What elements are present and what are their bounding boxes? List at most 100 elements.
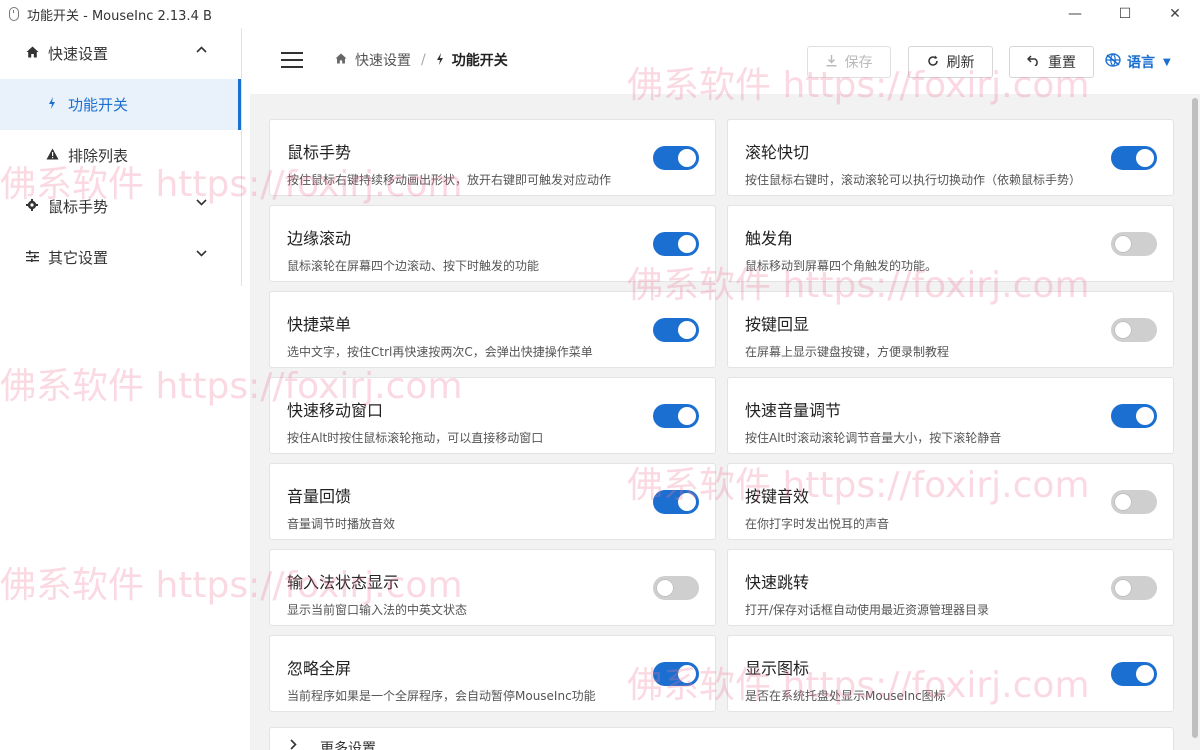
feature-toggle-switch[interactable] [1111, 490, 1157, 514]
sidebar-item-quick-settings[interactable]: 快速设置 [0, 28, 241, 79]
undo-icon [1026, 55, 1040, 69]
feature-description: 在你打字时发出悦耳的声音 [745, 517, 890, 531]
scrollbar-thumb[interactable] [1192, 98, 1198, 738]
chevron-down-icon [196, 199, 207, 206]
toggle-knob [678, 235, 696, 253]
breadcrumb: 快速设置 / 功能开关 [335, 50, 508, 70]
feature-card: 边缘滚动 鼠标滚轮在屏幕四个边滚动、按下时触发的功能 [269, 205, 716, 282]
language-dropdown[interactable]: 语言 ▼ [1105, 52, 1171, 72]
feature-toggle-switch[interactable] [1111, 404, 1157, 428]
maximize-button[interactable]: ☐ [1100, 0, 1150, 28]
feature-toggle-switch[interactable] [653, 232, 699, 256]
feature-description: 音量调节时播放音效 [287, 517, 396, 531]
reset-label: 重置 [1048, 55, 1076, 71]
feature-toggle-switch[interactable] [653, 662, 699, 686]
breadcrumb-separator: / [421, 52, 426, 68]
sidebar-item-mouse-gestures[interactable]: 鼠标手势 [0, 181, 241, 232]
feature-description: 按住Alt时按住鼠标滚轮拖动，可以直接移动窗口 [287, 431, 544, 445]
toggle-knob [1136, 665, 1154, 683]
reset-button[interactable]: 重置 [1009, 46, 1094, 78]
feature-description: 按住鼠标右键时，滚动滚轮可以执行切换动作（依赖鼠标手势） [745, 173, 1082, 187]
feature-description: 是否在系统托盘处显示MouseInc图标 [745, 689, 946, 703]
sidebar-item-other-settings[interactable]: 其它设置 [0, 232, 241, 283]
feature-title: 快速音量调节 [745, 401, 842, 420]
feature-toggle-switch[interactable] [653, 146, 699, 170]
lightning-icon [436, 52, 444, 68]
feature-description: 鼠标移动到屏幕四个角触发的功能。 [745, 259, 938, 273]
toggle-knob [1114, 493, 1132, 511]
refresh-icon [927, 55, 939, 70]
feature-toggles-panel: 鼠标手势按住鼠标右键持续移动画出形状，放开右键即可触发对应动作 滚轮快切按住鼠标右… [250, 94, 1200, 750]
feature-card: 触发角 鼠标移动到屏幕四个角触发的功能。 [727, 205, 1174, 282]
breadcrumb-item[interactable]: 快速设置 [355, 50, 411, 70]
feature-card: 滚轮快切按住鼠标右键时，滚动滚轮可以执行切换动作（依赖鼠标手势） [727, 119, 1174, 196]
breadcrumb-current: 功能开关 [451, 53, 508, 69]
feature-card: 输入法状态显示显示当前窗口输入法的中英文状态 [269, 549, 716, 626]
feature-description: 按住Alt时滚动滚轮调节音量大小，按下滚轮静音 [745, 431, 1002, 445]
feature-toggle-switch[interactable] [1111, 318, 1157, 342]
refresh-button[interactable]: 刷新 [908, 46, 993, 78]
vertical-scrollbar[interactable] [1192, 94, 1198, 750]
feature-description: 在屏幕上显示键盘按键，方便录制教程 [745, 345, 950, 359]
toggle-knob [1136, 407, 1154, 425]
language-label: 语言 [1127, 55, 1155, 71]
sidebar: 快速设置 功能开关 排除列表 鼠标手势 其它设置 [0, 28, 242, 286]
home-icon [335, 53, 347, 67]
feature-toggle-switch[interactable] [1111, 576, 1157, 600]
feature-title: 按键回显 [745, 315, 810, 334]
toggle-knob [678, 149, 696, 167]
feature-description: 打开/保存对话框自动使用最近资源管理器目录 [745, 603, 990, 617]
feature-card: 忽略全屏 当前程序如果是一个全屏程序，会自动暂停MouseInc功能 [269, 635, 716, 712]
window-title: 功能开关 - MouseInc 2.13.4 B [27, 8, 212, 24]
sidebar-item-exclusion-list[interactable]: 排除列表 [0, 130, 241, 181]
toggle-knob [1114, 579, 1132, 597]
feature-description: 按住鼠标右键持续移动画出形状，放开右键即可触发对应动作 [287, 173, 612, 187]
sidebar-item-label: 鼠标手势 [48, 198, 109, 216]
minimize-button[interactable]: — [1050, 0, 1100, 28]
save-button[interactable]: 保存 [807, 46, 891, 78]
feature-toggle-switch[interactable] [1111, 146, 1157, 170]
menu-icon[interactable] [281, 52, 303, 68]
download-icon [826, 54, 837, 70]
feature-toggle-switch[interactable] [653, 490, 699, 514]
feature-card: 显示图标是否在系统托盘处显示MouseInc图标 [727, 635, 1174, 712]
feature-card: 快速音量调节按住Alt时滚动滚轮调节音量大小，按下滚轮静音 [727, 377, 1174, 454]
feature-title: 快捷菜单 [287, 315, 352, 334]
toggle-knob [1114, 235, 1132, 253]
feature-toggle-switch[interactable] [1111, 662, 1157, 686]
sidebar-item-feature-toggles[interactable]: 功能开关 [0, 79, 241, 130]
feature-title: 显示图标 [745, 659, 810, 678]
main-header: 快速设置 / 功能开关 保存 刷新 重置 语言 ▼ [250, 28, 1200, 94]
feature-title: 鼠标手势 [287, 143, 352, 162]
close-button[interactable]: ✕ [1150, 0, 1200, 28]
feature-toggle-switch[interactable] [653, 404, 699, 428]
toggle-knob [678, 665, 696, 683]
sidebar-item-label: 功能开关 [68, 96, 129, 114]
more-settings-collapse[interactable]: 更多设置 [269, 727, 1174, 750]
toggle-knob [656, 579, 674, 597]
toggle-knob [678, 321, 696, 339]
feature-title: 边缘滚动 [287, 229, 352, 248]
feature-card: 快速移动窗口按住Alt时按住鼠标滚轮拖动，可以直接移动窗口 [269, 377, 716, 454]
feature-description: 选中文字，按住Ctrl再快速按两次C，会弹出快捷操作菜单 [287, 345, 593, 359]
feature-title: 滚轮快切 [745, 143, 810, 162]
home-icon [24, 46, 40, 61]
feature-title: 快速跳转 [745, 573, 810, 592]
sliders-icon [24, 250, 40, 265]
sidebar-item-label: 排除列表 [68, 147, 129, 165]
sidebar-item-label: 其它设置 [48, 249, 109, 267]
feature-card: 快捷菜单选中文字，按住Ctrl再快速按两次C，会弹出快捷操作菜单 [269, 291, 716, 368]
feature-description: 显示当前窗口输入法的中英文状态 [287, 603, 468, 617]
gear-icon [24, 199, 40, 214]
chevron-right-icon [290, 739, 297, 750]
feature-title: 忽略全屏 [287, 659, 352, 678]
refresh-label: 刷新 [946, 55, 975, 71]
feature-title: 快速移动窗口 [287, 401, 384, 420]
feature-title: 输入法状态显示 [287, 573, 400, 592]
feature-toggle-switch[interactable] [653, 318, 699, 342]
title-bar: 功能开关 - MouseInc 2.13.4 B — ☐ ✕ [0, 0, 1200, 28]
feature-toggle-switch[interactable] [1111, 232, 1157, 256]
feature-title: 音量回馈 [287, 487, 352, 506]
feature-toggle-switch[interactable] [653, 576, 699, 600]
feature-card: 按键回显在屏幕上显示键盘按键，方便录制教程 [727, 291, 1174, 368]
